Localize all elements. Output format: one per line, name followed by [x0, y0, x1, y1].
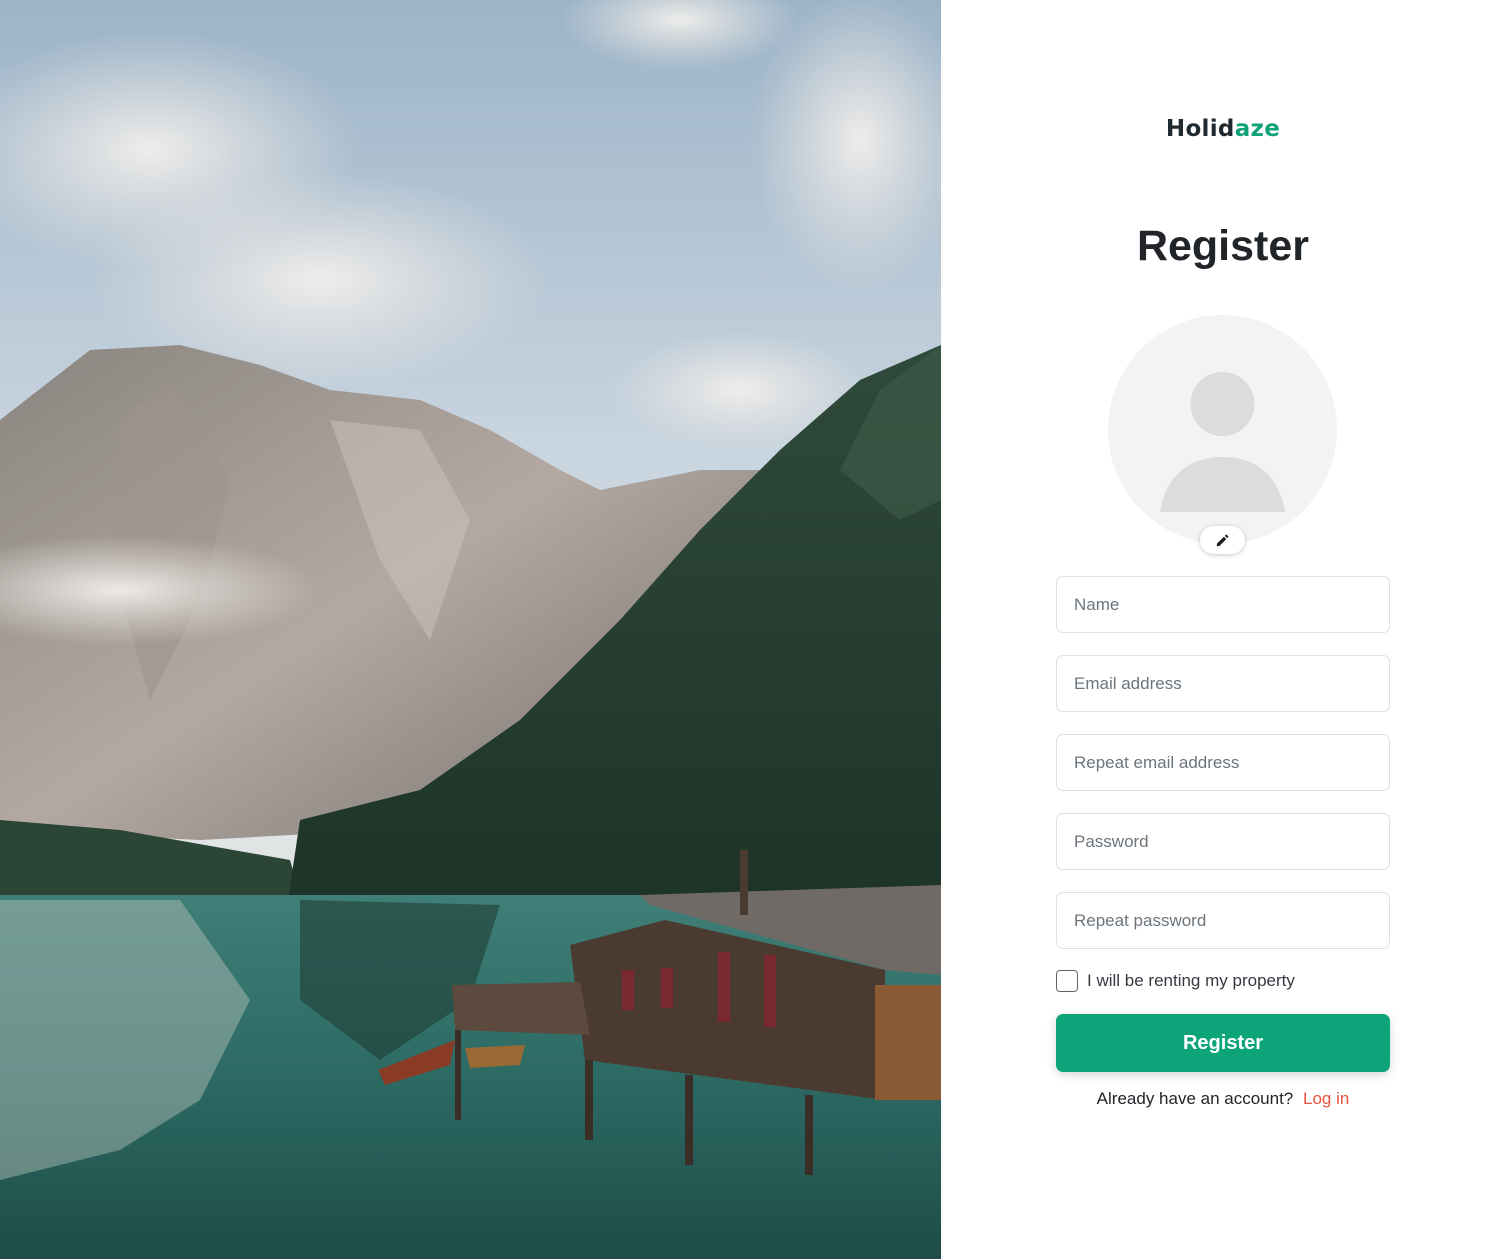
repeat-email-input[interactable]: [1056, 734, 1390, 791]
holidaze-logo[interactable]: Holidaze: [941, 116, 1505, 142]
register-panel: Holidaze Register I will be renting my p…: [941, 0, 1505, 1259]
hero-image: [0, 0, 941, 1259]
renting-checkbox[interactable]: [1056, 970, 1078, 992]
edit-avatar-button[interactable]: [1200, 526, 1245, 554]
renting-checkbox-label[interactable]: I will be renting my property: [1087, 971, 1295, 991]
avatar-uploader: [1108, 315, 1337, 554]
renting-checkbox-row: I will be renting my property: [1056, 969, 1390, 993]
password-input[interactable]: [1056, 813, 1390, 870]
login-prompt: Already have an account? Log in: [1056, 1089, 1390, 1109]
mountain-lake-illustration: [0, 0, 941, 1259]
logo-text-part2: aze: [1234, 116, 1281, 142]
name-input[interactable]: [1056, 576, 1390, 633]
register-form: I will be renting my property Register A…: [1056, 576, 1390, 1109]
email-input[interactable]: [1056, 655, 1390, 712]
register-button[interactable]: Register: [1056, 1014, 1390, 1072]
login-link[interactable]: Log in: [1303, 1089, 1349, 1108]
avatar: [1108, 315, 1337, 544]
logo-text-part1: Holid: [1165, 116, 1235, 142]
pencil-icon: [1216, 533, 1229, 546]
repeat-password-input[interactable]: [1056, 892, 1390, 949]
login-prompt-text: Already have an account?: [1096, 1089, 1294, 1108]
page-title: Register: [1136, 222, 1310, 270]
user-placeholder-icon: [1160, 372, 1285, 512]
